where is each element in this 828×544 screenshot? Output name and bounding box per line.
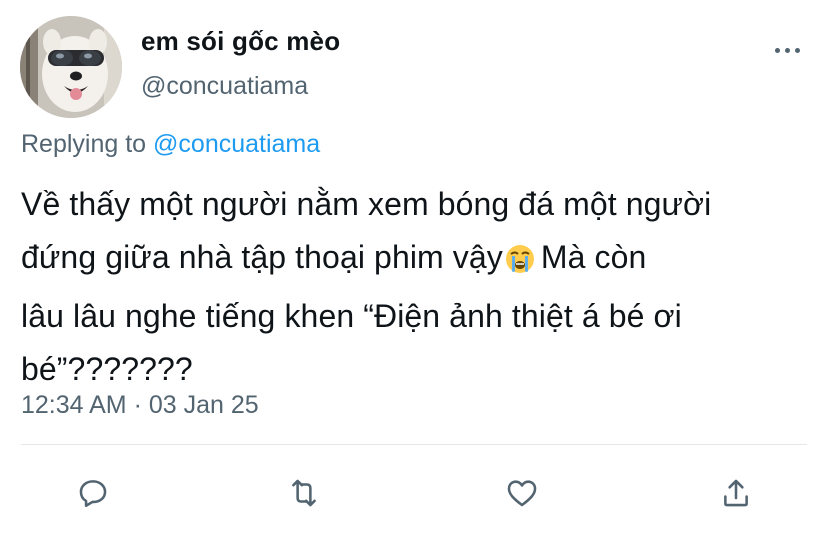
share-button[interactable] [717,474,755,512]
separator-dot: · [133,391,142,419]
user-handle[interactable]: @concuatiama [141,72,308,101]
replying-to-handle-link[interactable]: @concuatiama [153,130,320,158]
reply-icon [79,480,107,508]
retweet-button[interactable] [285,474,323,512]
replying-to-label: Replying to [21,130,147,158]
tweet-line: bé”??????? [21,351,193,387]
tweet-time: 12:34 AM [21,391,127,419]
display-name[interactable]: em sói gốc mèo [141,26,340,57]
dog-avatar-image [20,16,122,118]
more-options-icon[interactable] [770,38,804,62]
divider [21,444,807,445]
dot [794,47,800,53]
loudly-crying-face-icon [505,237,535,290]
tweet-text: Về thấy một người nằm xem bóng đá một ng… [21,178,811,396]
tweet-line: đứng giữa nhà tập thoại phim vậy Mà còn [21,231,811,290]
share-icon [724,479,748,507]
like-button[interactable] [503,474,541,512]
replying-to-line: Replying to @concuatiama [21,130,320,159]
reply-button[interactable] [74,474,112,512]
retweet-icon [292,479,316,507]
tweet-line-part: Mà còn [540,239,647,275]
tweet-date: 03 Jan 25 [148,391,259,419]
timestamp[interactable]: 12:34 AM · 03 Jan 25 [21,391,259,420]
like-icon [507,480,537,507]
tweet-line-part: đứng giữa nhà tập thoại phim vậy [21,239,503,275]
avatar[interactable] [20,16,122,118]
tweet-line: Về thấy một người nằm xem bóng đá một ng… [21,186,712,222]
dot [774,47,780,53]
dot [784,47,790,53]
tweet-line: lâu lâu nghe tiếng khen “Điện ảnh thiệt … [21,298,682,334]
